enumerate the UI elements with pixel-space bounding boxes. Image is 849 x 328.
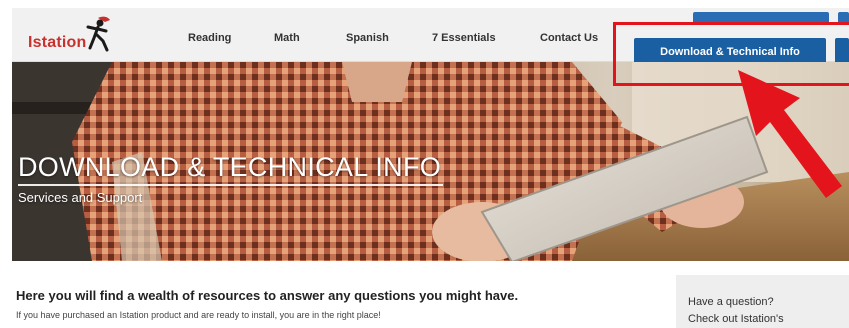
page: Istation Reading Math Spanish 7 Essentia… [0, 0, 849, 328]
hero-divider [18, 184, 443, 186]
nav-item-7-essentials[interactable]: 7 Essentials [432, 32, 496, 44]
button-top-tab-2 [838, 12, 849, 22]
page-heading: Here you will find a wealth of resources… [16, 288, 519, 303]
nav-item-math[interactable]: Math [274, 32, 300, 44]
hero-title: DOWNLOAD & TECHNICAL INFO [18, 152, 442, 182]
intro-text: If you have purchased an Istation produc… [16, 310, 381, 320]
nav-item-spanish[interactable]: Spanish [346, 32, 389, 44]
download-technical-info-button[interactable]: Download & Technical Info [634, 38, 826, 65]
secondary-header-button[interactable] [835, 38, 849, 65]
annotation-arrow-icon [738, 70, 842, 198]
hero-subtitle: Services and Support [18, 190, 143, 205]
sidebox-prompt: Check out Istation's [688, 313, 784, 325]
hero-banner: DOWNLOAD & TECHNICAL INFO Services and S… [12, 62, 849, 261]
nav-item-reading[interactable]: Reading [188, 32, 231, 44]
nav-item-contact-us[interactable]: Contact Us [540, 32, 598, 44]
sidebox-question: Have a question? [688, 296, 774, 308]
button-top-tab [693, 12, 829, 22]
help-sidebox[interactable]: Have a question? Check out Istation's [676, 275, 849, 328]
istation-logo[interactable]: Istation [26, 14, 121, 60]
logo-mascot-icon [86, 16, 110, 52]
